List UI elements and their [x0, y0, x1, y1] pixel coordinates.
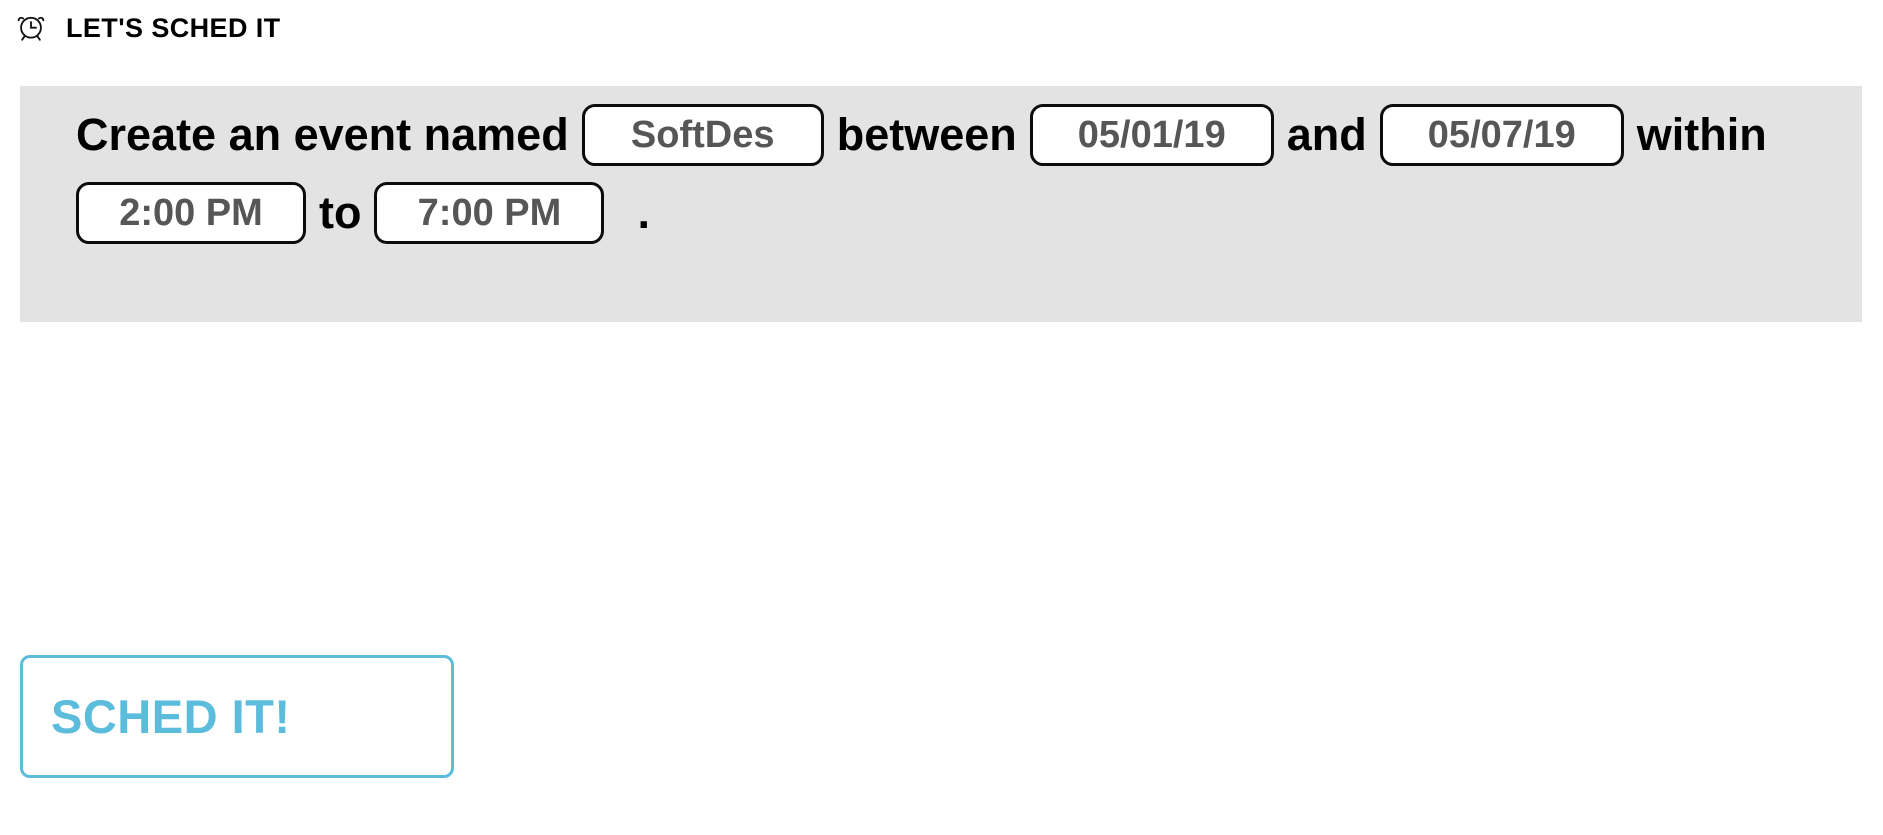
sentence-terminator: . — [637, 186, 650, 238]
schedule-sentence: Create an event named SoftDes between 05… — [20, 100, 1862, 248]
start-time-input[interactable]: 2:00 PM — [76, 181, 306, 244]
end-date-input[interactable]: 05/07/19 — [1379, 103, 1624, 166]
schedule-form-panel: Create an event named SoftDes between 05… — [20, 86, 1862, 322]
sentence-text-within: within — [1636, 109, 1767, 160]
sentence-text-between: between — [836, 109, 1017, 160]
end-time-input[interactable]: 7:00 PM — [374, 181, 605, 244]
sched-it-button-label: SCHED IT! — [51, 690, 291, 743]
sentence-text-and: and — [1286, 109, 1367, 160]
event-name-input[interactable]: SoftDes — [581, 103, 824, 166]
start-date-input[interactable]: 05/01/19 — [1029, 103, 1274, 166]
sentence-text-create-an-event-named: Create an event named — [76, 109, 569, 160]
page-title: LET'S SCHED IT — [66, 12, 281, 43]
page-header: LET'S SCHED IT — [0, 0, 1883, 48]
alarm-clock-icon — [17, 16, 45, 41]
sched-it-button[interactable]: SCHED IT! — [20, 655, 454, 778]
sentence-text-to: to — [319, 186, 362, 238]
